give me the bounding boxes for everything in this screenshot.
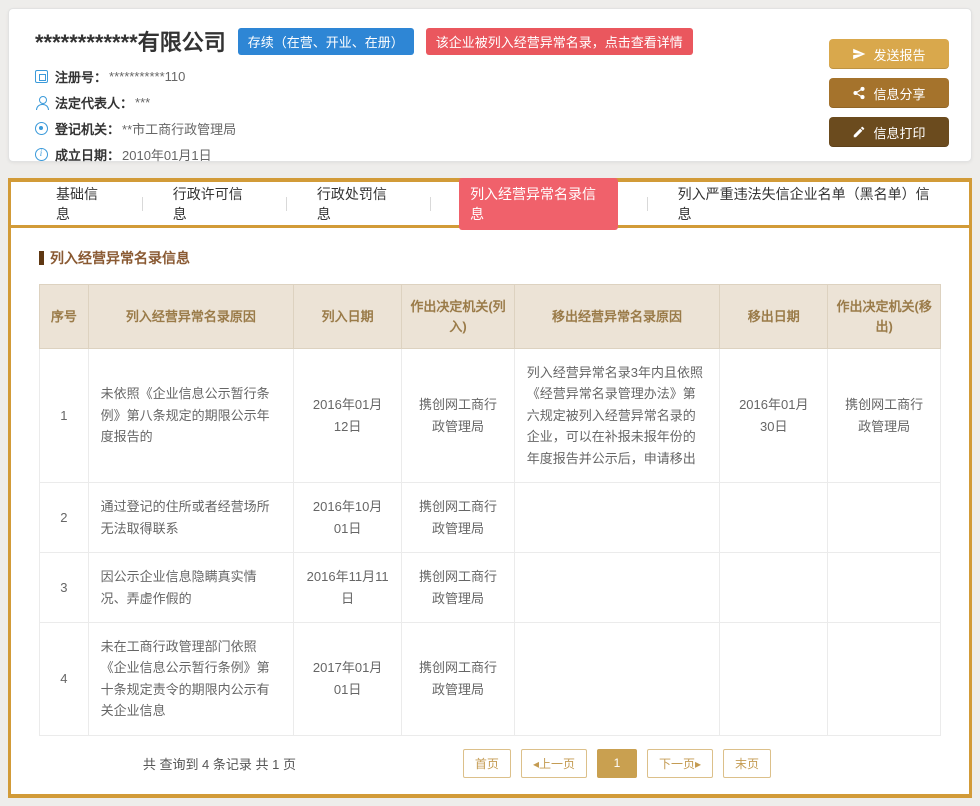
table-cell bbox=[828, 622, 941, 735]
paper-plane-icon bbox=[852, 47, 866, 61]
table-cell bbox=[828, 553, 941, 623]
table-cell: 未依照《企业信息公示暂行条例》第八条规定的期限公示年度报告的 bbox=[88, 349, 293, 483]
share-info-button[interactable]: 信息分享 bbox=[829, 78, 949, 108]
company-name: ************有限公司 bbox=[35, 25, 226, 57]
tab-label: 列入经营异常名录信息 bbox=[459, 178, 618, 230]
tab-bar: 基础信息行政许可信息行政处罚信息列入经营异常名录信息列入严重违法失信企业名单（黑… bbox=[11, 182, 969, 228]
tab-content: 列入经营异常名录信息 序号列入经营异常名录原因列入日期作出决定机关(列入)移出经… bbox=[11, 228, 969, 794]
company-title-row: ************有限公司 存续（在营、开业、在册） 该企业被列入经营异常… bbox=[35, 25, 693, 57]
table-cell bbox=[720, 483, 828, 553]
table-cell: 列入经营异常名录3年内且依照《经营异常名录管理办法》第六规定被列入经营异常名录的… bbox=[514, 349, 719, 483]
table-cell: 携创网工商行政管理局 bbox=[402, 553, 515, 623]
table-cell bbox=[514, 622, 719, 735]
location-icon bbox=[35, 122, 48, 135]
table-cell: 通过登记的住所或者经营场所无法取得联系 bbox=[88, 483, 293, 553]
main-card: 基础信息行政许可信息行政处罚信息列入经营异常名录信息列入严重违法失信企业名单（黑… bbox=[8, 178, 972, 798]
action-button-label: 信息打印 bbox=[873, 123, 925, 142]
abnormal-records-table: 序号列入经营异常名录原因列入日期作出决定机关(列入)移出经营异常名录原因移出日期… bbox=[39, 284, 941, 736]
company-info-row: 成立日期：2010年01月1日 bbox=[35, 145, 693, 164]
table-row: 2通过登记的住所或者经营场所无法取得联系2016年10月01日携创网工商行政管理… bbox=[40, 483, 941, 553]
tab-0[interactable]: 基础信息 bbox=[25, 178, 142, 230]
send-report-button[interactable]: 发送报告 bbox=[829, 39, 949, 69]
column-header: 列入经营异常名录原因 bbox=[88, 285, 293, 349]
table-cell: 1 bbox=[40, 349, 89, 483]
table-cell bbox=[514, 553, 719, 623]
last-page-button[interactable]: 末页 bbox=[723, 749, 771, 778]
info-value: *** bbox=[135, 95, 150, 110]
info-value: **市工商行政管理局 bbox=[122, 119, 236, 138]
record-count-summary: 共 查询到 4 条记录 共 1 页 bbox=[39, 754, 400, 773]
table-cell: 2016年10月01日 bbox=[294, 483, 402, 553]
print-info-button[interactable]: 信息打印 bbox=[829, 117, 949, 147]
tab-label: 列入严重违法失信企业名单（黑名单）信息 bbox=[676, 178, 940, 230]
section-title-bar-icon bbox=[39, 251, 44, 265]
abnormal-warning-badge[interactable]: 该企业被列入经营异常名录，点击查看详情 bbox=[426, 28, 693, 55]
tab-label: 行政许可信息 bbox=[171, 178, 257, 230]
certificate-icon bbox=[35, 70, 48, 83]
table-cell: 3 bbox=[40, 553, 89, 623]
tab-label: 行政处罚信息 bbox=[315, 178, 401, 230]
header-action-buttons: 发送报告信息分享信息打印 bbox=[829, 25, 949, 147]
table-cell bbox=[514, 483, 719, 553]
column-header: 作出决定机关(移出) bbox=[828, 285, 941, 349]
page: ************有限公司 存续（在营、开业、在册） 该企业被列入经营异常… bbox=[0, 0, 980, 806]
info-label: 注册号： bbox=[55, 67, 107, 86]
pencil-icon bbox=[852, 125, 866, 139]
company-summary: ************有限公司 存续（在营、开业、在册） 该企业被列入经营异常… bbox=[35, 25, 693, 147]
status-badge: 存续（在营、开业、在册） bbox=[238, 28, 414, 55]
page-number-button[interactable]: 1 bbox=[597, 749, 637, 778]
table-cell: 2017年01月01日 bbox=[294, 622, 402, 735]
person-icon bbox=[35, 96, 48, 109]
table-cell: 携创网工商行政管理局 bbox=[828, 349, 941, 483]
tab-2[interactable]: 行政处罚信息 bbox=[286, 178, 430, 230]
tab-4[interactable]: 列入严重违法失信企业名单（黑名单）信息 bbox=[647, 178, 969, 230]
column-header: 列入日期 bbox=[294, 285, 402, 349]
section-title-text: 列入经营异常名录信息 bbox=[50, 248, 190, 268]
action-button-label: 发送报告 bbox=[873, 45, 925, 64]
column-header: 移出经营异常名录原因 bbox=[514, 285, 719, 349]
table-cell bbox=[720, 553, 828, 623]
table-row: 3因公示企业信息隐瞒真实情况、弄虚作假的2016年11月11日携创网工商行政管理… bbox=[40, 553, 941, 623]
share-nodes-icon bbox=[852, 86, 866, 100]
table-cell: 2 bbox=[40, 483, 89, 553]
table-cell: 携创网工商行政管理局 bbox=[402, 483, 515, 553]
action-button-label: 信息分享 bbox=[873, 84, 925, 103]
prev-page-button[interactable]: ◂上一页 bbox=[521, 749, 587, 778]
next-page-button[interactable]: 下一页▸ bbox=[647, 749, 713, 778]
table-cell: 因公示企业信息隐瞒真实情况、弄虚作假的 bbox=[88, 553, 293, 623]
table-cell: 2016年11月11日 bbox=[294, 553, 402, 623]
company-info-row: 注册号：***********110 bbox=[35, 67, 693, 86]
info-value: ***********110 bbox=[109, 69, 185, 84]
column-header: 序号 bbox=[40, 285, 89, 349]
table-cell: 2016年01月30日 bbox=[720, 349, 828, 483]
table-cell bbox=[720, 622, 828, 735]
company-info-list: 注册号：***********110 法定代表人：*** 登记机关：**市工商行政管… bbox=[35, 67, 693, 164]
table-row: 1未依照《企业信息公示暂行条例》第八条规定的期限公示年度报告的2016年01月1… bbox=[40, 349, 941, 483]
first-page-button[interactable]: 首页 bbox=[463, 749, 511, 778]
table-cell: 未在工商行政管理部门依照《企业信息公示暂行条例》第十条规定责令的期限内公示有关企… bbox=[88, 622, 293, 735]
column-header: 移出日期 bbox=[720, 285, 828, 349]
table-cell: 携创网工商行政管理局 bbox=[402, 622, 515, 735]
column-header: 作出决定机关(列入) bbox=[402, 285, 515, 349]
table-header-row: 序号列入经营异常名录原因列入日期作出决定机关(列入)移出经营异常名录原因移出日期… bbox=[40, 285, 941, 349]
company-info-row: 法定代表人：*** bbox=[35, 93, 693, 112]
page-buttons: 首页 ◂上一页 1 下一页▸ 末页 bbox=[463, 749, 771, 778]
tab-label: 基础信息 bbox=[54, 178, 113, 230]
info-label: 成立日期： bbox=[55, 145, 120, 164]
table-cell bbox=[828, 483, 941, 553]
table-row: 4未在工商行政管理部门依照《企业信息公示暂行条例》第十条规定责令的期限内公示有关… bbox=[40, 622, 941, 735]
company-header-card: ************有限公司 存续（在营、开业、在册） 该企业被列入经营异常… bbox=[8, 8, 972, 162]
tab-1[interactable]: 行政许可信息 bbox=[142, 178, 286, 230]
table-cell: 携创网工商行政管理局 bbox=[402, 349, 515, 483]
info-value: 2010年01月1日 bbox=[122, 145, 212, 164]
info-label: 法定代表人： bbox=[55, 93, 133, 112]
table-cell: 4 bbox=[40, 622, 89, 735]
info-circle-icon bbox=[35, 148, 48, 161]
pagination: 共 查询到 4 条记录 共 1 页 首页 ◂上一页 1 下一页▸ 末页 bbox=[39, 736, 941, 786]
section-title: 列入经营异常名录信息 bbox=[39, 248, 941, 268]
table-cell: 2016年01月12日 bbox=[294, 349, 402, 483]
tab-3[interactable]: 列入经营异常名录信息 bbox=[430, 178, 647, 230]
company-info-row: 登记机关：**市工商行政管理局 bbox=[35, 119, 693, 138]
info-label: 登记机关： bbox=[55, 119, 120, 138]
